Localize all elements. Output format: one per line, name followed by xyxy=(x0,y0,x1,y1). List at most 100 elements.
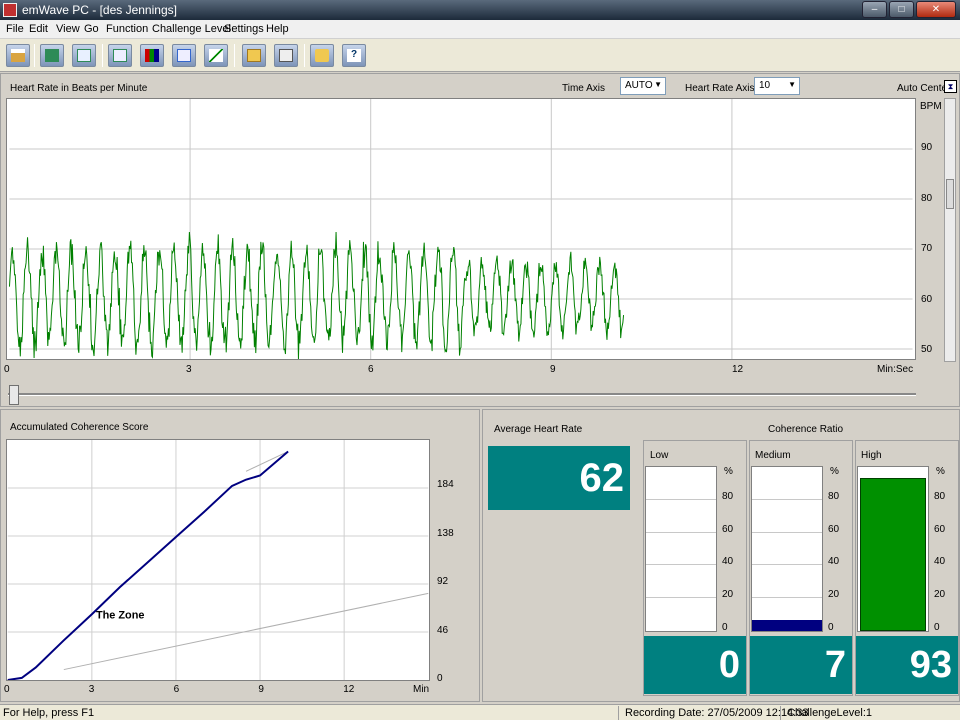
hrv-wave-button[interactable] xyxy=(72,44,96,67)
hr-panel-title: Heart Rate in Beats per Minute xyxy=(10,83,148,94)
menu-settings[interactable]: Settings xyxy=(224,23,264,35)
ratio-tick: 20 xyxy=(722,589,734,601)
ratio-tick: 80 xyxy=(828,490,840,502)
coh-y-tick: 0 xyxy=(437,673,443,684)
ratio-gridline xyxy=(646,597,716,599)
menu-go[interactable]: Go xyxy=(84,23,99,35)
coherence-ratio-label: Coherence Ratio xyxy=(768,424,844,435)
hr-axis-value: 10 xyxy=(759,80,771,91)
menu-edit[interactable]: Edit xyxy=(29,23,48,35)
ratio-tick: 40 xyxy=(934,556,946,568)
toolbar: ? xyxy=(0,39,960,72)
chevron-down-icon: ▼ xyxy=(788,80,796,89)
coh-y-tick: 138 xyxy=(437,527,454,539)
bar-chart-button[interactable] xyxy=(140,44,164,67)
coh-x-tick: 6 xyxy=(173,684,180,695)
ratio-tick: 0 xyxy=(828,622,834,633)
hr-x-tick: 9 xyxy=(550,364,556,375)
chevron-down-icon: ▼ xyxy=(654,80,662,89)
trend-graph-icon xyxy=(209,49,223,62)
high-label: High xyxy=(861,450,882,461)
coh-y-tick: 46 xyxy=(437,624,449,636)
ratio-gridline xyxy=(752,531,822,533)
medium-label: Medium xyxy=(755,450,791,461)
coh-y-tick: 92 xyxy=(437,576,449,588)
ratio-tick: 20 xyxy=(934,589,946,601)
hr-axis-select[interactable]: 10 ▼ xyxy=(754,77,800,95)
medium-ratio-value: 7 xyxy=(750,636,852,694)
bpm-scrollbar[interactable] xyxy=(944,98,956,362)
time-axis-value: AUTO xyxy=(625,80,653,91)
close-button[interactable]: ✕ xyxy=(916,1,956,18)
trend-graph-button[interactable] xyxy=(204,44,228,67)
bpm-scroll-thumb[interactable] xyxy=(946,179,954,209)
auto-center-label: Auto Center xyxy=(897,83,951,94)
coh-x-unit: Min xyxy=(413,684,430,695)
open-file-button[interactable] xyxy=(242,44,266,67)
bpm-unit-label: BPM xyxy=(920,101,942,112)
low-ratio-value: 0 xyxy=(644,636,746,694)
print-button[interactable] xyxy=(274,44,298,67)
ratio-gridline xyxy=(752,498,822,500)
zone-label: The Zone xyxy=(96,610,144,622)
time-slider-thumb[interactable] xyxy=(9,385,19,405)
spectrum-button[interactable] xyxy=(172,44,196,67)
menu-file[interactable]: File xyxy=(6,23,24,35)
menu-help[interactable]: Help xyxy=(266,23,289,35)
hr-x-tick: 0 xyxy=(4,364,10,375)
ratio-tick: 40 xyxy=(828,556,840,568)
print-icon xyxy=(279,49,293,62)
hrv-wave-icon xyxy=(77,49,91,62)
menu-challenge-level[interactable]: Challenge Level xyxy=(152,23,231,35)
auto-center-icon[interactable]: ⧗ xyxy=(944,80,957,93)
hr-y-tick: 80 xyxy=(921,192,933,204)
avg-hr-value: 62 xyxy=(488,446,630,510)
ratio-tick: 0 xyxy=(934,622,940,633)
hr-y-tick: 60 xyxy=(921,293,933,305)
title-bar: emWave PC - [des Jennings] – □ ✕ xyxy=(0,0,960,20)
hr-x-tick: 3 xyxy=(186,364,192,375)
hr-x-tick: 6 xyxy=(368,364,374,375)
home-icon xyxy=(11,49,25,62)
coherence-panel-title: Accumulated Coherence Score xyxy=(10,422,149,433)
ratio-tick: 80 xyxy=(934,490,946,502)
heart-rate-chart xyxy=(6,98,916,360)
ratio-gridline xyxy=(752,597,822,599)
ratio-tick: % xyxy=(724,466,733,477)
heart-rate-button[interactable] xyxy=(40,44,64,67)
time-axis-select[interactable]: AUTO ▼ xyxy=(620,77,666,95)
help-button[interactable]: ? xyxy=(342,44,366,67)
sound-icon xyxy=(315,49,329,62)
sound-button[interactable] xyxy=(310,44,334,67)
ratio-tick: 40 xyxy=(722,556,734,568)
time-axis-label: Time Axis xyxy=(562,83,605,94)
high-ratio-value: 93 xyxy=(856,636,958,694)
app-icon xyxy=(3,3,17,17)
home-button[interactable] xyxy=(6,44,30,67)
hr-y-tick: 70 xyxy=(921,243,933,255)
medium-ratio-bar xyxy=(751,466,823,632)
help-icon: ? xyxy=(347,49,361,62)
menu-view[interactable]: View xyxy=(56,23,80,35)
ratio-tick: 60 xyxy=(934,523,946,535)
hr-y-tick: 50 xyxy=(921,343,933,355)
ratio-gridline xyxy=(646,564,716,566)
spectrum-icon xyxy=(177,49,191,62)
low-label: Low xyxy=(650,450,669,461)
ratio-tick: % xyxy=(936,466,945,477)
time-slider-track[interactable] xyxy=(8,393,916,396)
high-ratio-bar xyxy=(857,466,929,632)
avg-hr-label: Average Heart Rate xyxy=(494,424,583,435)
coh-x-tick: 9 xyxy=(258,684,264,695)
ratio-tick: 20 xyxy=(828,589,840,601)
maximize-button[interactable]: □ xyxy=(889,1,914,18)
menu-function[interactable]: Function xyxy=(106,23,148,35)
session-graph-button[interactable] xyxy=(108,44,132,67)
ratio-tick: % xyxy=(830,466,839,477)
low-ratio-bar xyxy=(645,466,717,632)
minimize-button[interactable]: – xyxy=(862,1,887,18)
heart-rate-icon xyxy=(45,49,59,62)
bar-chart-icon xyxy=(145,49,159,62)
time-unit-label: Min:Sec xyxy=(877,364,914,375)
coherence-score-chart: The Zone xyxy=(6,439,430,681)
